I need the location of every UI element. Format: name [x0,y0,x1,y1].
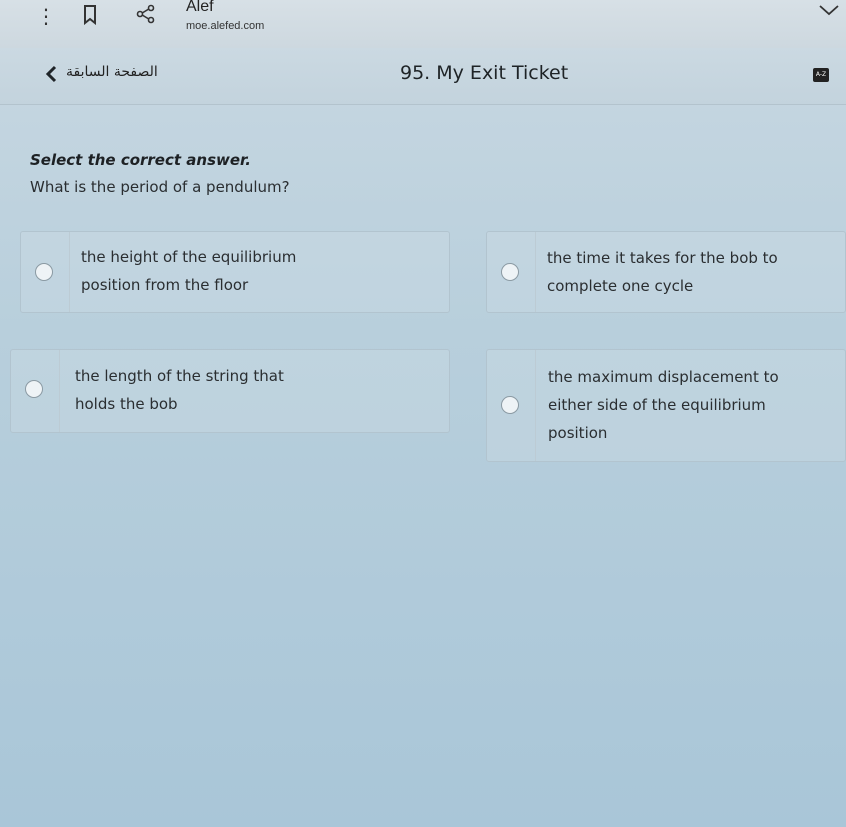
option-text: the maximum displacement to either side … [548,363,779,447]
radio-button[interactable] [501,396,519,414]
browser-top-bar: ⋮ Alef moe.alefed.com [0,0,846,49]
option-line: position from the floor [81,276,249,294]
option-line: the height of the equilibrium [81,248,297,266]
radio-zone [21,232,70,312]
chevron-down-icon[interactable] [818,2,840,22]
share-icon[interactable] [136,4,156,28]
app-title: Alef [186,0,214,15]
page-title: 95. My Exit Ticket [400,62,569,84]
option-line: either side of the equilibrium [548,396,766,414]
page-header: الصفحة السابقة 95. My Exit Ticket A-Z [0,48,846,105]
instruction-text: Select the correct answer. [30,151,251,169]
option-text: the height of the equilibrium position f… [81,243,296,299]
bookmark-icon[interactable] [83,5,97,29]
option-line: complete one cycle [547,277,694,295]
back-button-label[interactable]: الصفحة السابقة [66,64,158,80]
radio-button[interactable] [25,380,43,398]
option-text: the time it takes for the bob to complet… [547,244,778,300]
radio-zone [11,350,60,432]
option-text: the length of the string that holds the … [75,362,284,418]
option-line: position [548,424,608,442]
dictionary-icon[interactable]: A-Z [813,68,829,82]
radio-button[interactable] [35,263,53,281]
chevron-left-icon[interactable] [44,65,58,87]
answer-option-1[interactable]: the height of the equilibrium position f… [20,231,450,313]
option-line: the maximum displacement to [548,368,779,386]
option-line: the time it takes for the bob to [547,249,778,267]
answer-option-3[interactable]: the length of the string that holds the … [10,349,450,433]
answer-option-2[interactable]: the time it takes for the bob to complet… [486,231,846,313]
url-text: moe.alefed.com [186,20,265,32]
question-text: What is the period of a pendulum? [30,178,290,196]
radio-button[interactable] [501,263,519,281]
radio-zone [487,350,536,461]
option-line: the length of the string that [75,367,284,385]
radio-zone [487,232,536,312]
answer-option-4[interactable]: the maximum displacement to either side … [486,349,846,462]
option-line: holds the bob [75,395,178,413]
more-vertical-icon[interactable]: ⋮ [36,6,56,26]
